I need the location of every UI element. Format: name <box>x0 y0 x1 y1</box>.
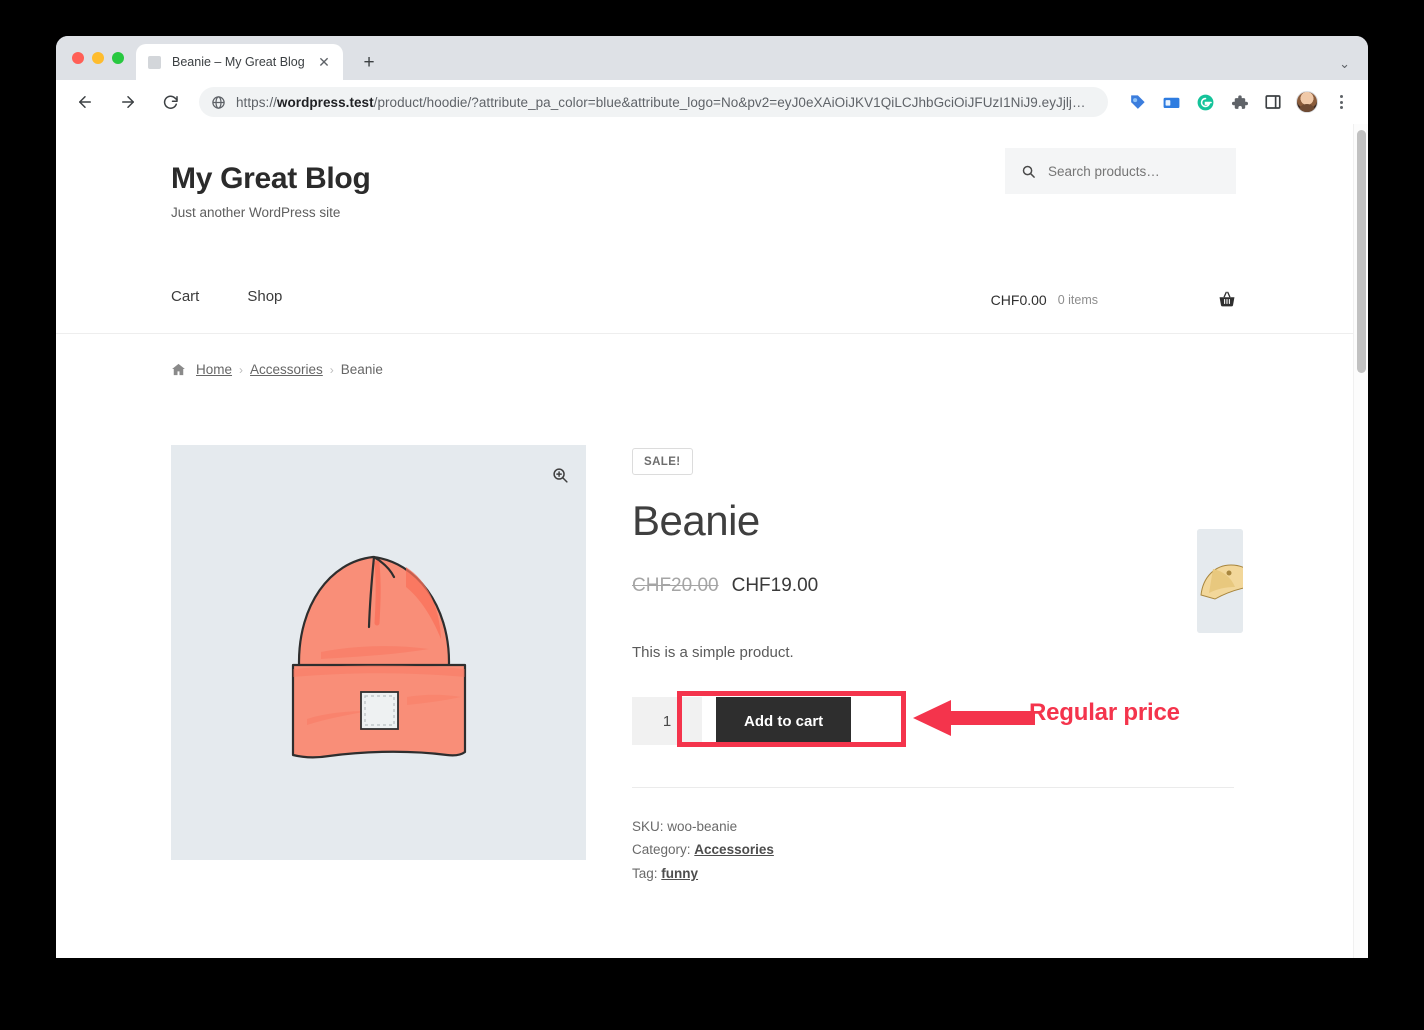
breadcrumb-home-link[interactable]: Home <box>196 362 232 377</box>
breadcrumb: Home › Accessories › Beanie <box>56 334 1353 377</box>
nav-item-shop[interactable]: Shop <box>247 288 282 305</box>
browser-window: Beanie – My Great Blog ✕ + ⌄ https://wor… <box>56 36 1368 958</box>
reload-icon[interactable] <box>156 87 186 117</box>
shopping-basket-icon[interactable] <box>1217 290 1237 309</box>
product-price: CHF20.00 CHF19.00 <box>632 575 1234 603</box>
new-tab-button[interactable]: + <box>355 48 383 76</box>
page-viewport: My Great Blog Just another WordPress sit… <box>56 124 1368 958</box>
page-title: Beanie <box>632 497 760 544</box>
add-to-cart-button[interactable]: Add to cart <box>716 697 852 746</box>
cart-total-amount: CHF0.00 <box>990 291 1047 308</box>
product-category: Category: Accessories <box>632 838 1234 861</box>
site-info-globe-icon[interactable] <box>211 95 226 110</box>
wordpress-page: My Great Blog Just another WordPress sit… <box>56 124 1353 958</box>
browser-tab[interactable]: Beanie – My Great Blog ✕ <box>136 44 343 80</box>
category-label: Category: <box>632 842 691 858</box>
tag-extension-icon[interactable] <box>1122 87 1152 117</box>
minimize-window-button[interactable] <box>92 52 104 64</box>
product-summary: SALE! Beanie CHF20.00 CHF19.00 This is a… <box>632 445 1234 885</box>
page-favicon <box>148 55 161 69</box>
site-header: My Great Blog Just another WordPress sit… <box>56 124 1353 334</box>
tab-strip: Beanie – My Great Blog ✕ + ⌄ <box>56 36 1368 80</box>
regular-price: CHF20.00 <box>632 575 719 597</box>
maximize-window-button[interactable] <box>112 52 124 64</box>
browser-toolbar: https://wordpress.test/product/hoodie/?a… <box>56 80 1368 124</box>
chrome-menu-kebab-icon[interactable] <box>1326 87 1356 117</box>
grammarly-extension-icon[interactable] <box>1190 87 1220 117</box>
avatar <box>1296 91 1318 113</box>
side-panel-icon[interactable] <box>1258 87 1288 117</box>
close-window-button[interactable] <box>72 52 84 64</box>
product-sku: SKU: woo-beanie <box>632 815 1234 838</box>
extensions-puzzle-icon[interactable] <box>1224 87 1254 117</box>
forward-icon[interactable] <box>113 87 143 117</box>
search-icon <box>1021 164 1036 179</box>
profile-avatar[interactable] <box>1292 87 1322 117</box>
tag-link[interactable]: funny <box>661 866 698 881</box>
product-tag: Tag: funny <box>632 862 1234 885</box>
window-traffic-lights <box>66 36 136 80</box>
magnifier-zoom-icon[interactable] <box>550 465 570 485</box>
cart-summary[interactable]: CHF0.00 0 items <box>991 290 1237 309</box>
product-section: SALE! Beanie CHF20.00 CHF19.00 This is a… <box>56 445 1353 885</box>
toolbar-icon-group <box>1118 87 1356 117</box>
site-description: Just another WordPress site <box>171 205 341 220</box>
product-image[interactable] <box>171 445 586 860</box>
card-extension-icon[interactable] <box>1156 87 1186 117</box>
chevron-down-icon[interactable]: ⌄ <box>1339 56 1350 72</box>
address-bar-url: https://wordpress.test/product/hoodie/?a… <box>236 94 1086 110</box>
product-short-description: This is a simple product. <box>632 644 794 662</box>
quantity-stepper[interactable] <box>632 697 702 746</box>
annotation-label: Regular price <box>1029 699 1180 726</box>
breadcrumb-separator: › <box>239 362 244 377</box>
product-search[interactable] <box>1005 148 1236 194</box>
main-navigation: Cart Shop <box>171 288 282 305</box>
nav-item-cart[interactable]: Cart <box>171 288 199 305</box>
address-bar[interactable]: https://wordpress.test/product/hoodie/?a… <box>199 87 1108 117</box>
sku-label: SKU: <box>632 819 664 835</box>
back-icon[interactable] <box>70 87 100 117</box>
beanie-illustration <box>171 445 586 860</box>
annotation-arrow <box>913 700 1035 736</box>
breadcrumb-category-link[interactable]: Accessories <box>250 362 323 377</box>
close-icon[interactable]: ✕ <box>315 53 333 71</box>
category-link[interactable]: Accessories <box>694 842 774 857</box>
search-input[interactable] <box>1048 163 1220 179</box>
cart-item-count: 0 items <box>1057 292 1098 307</box>
status-badge: SALE! <box>632 448 693 475</box>
home-icon <box>171 362 186 377</box>
product-meta: SKU: woo-beanie Category: Accessories Ta… <box>632 787 1234 885</box>
sale-price: CHF19.00 <box>731 575 819 597</box>
breadcrumb-separator: › <box>329 362 334 377</box>
tag-label: Tag: <box>632 865 658 881</box>
tab-title: Beanie – My Great Blog <box>172 55 305 69</box>
gallery-peek-next[interactable] <box>1197 529 1243 633</box>
scrollbar-thumb[interactable] <box>1357 130 1366 373</box>
sku-value: woo-beanie <box>667 819 738 835</box>
breadcrumb-current: Beanie <box>340 362 383 377</box>
scrollbar[interactable] <box>1353 124 1368 958</box>
product-gallery <box>171 445 586 885</box>
